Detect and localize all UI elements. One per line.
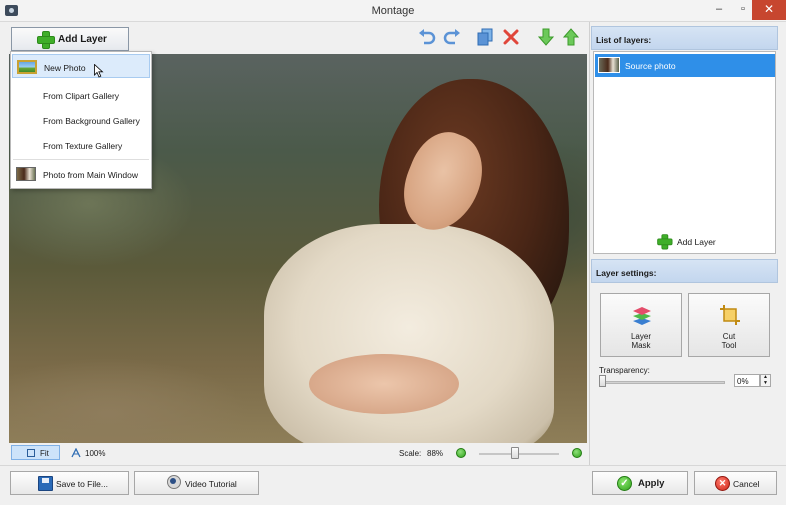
mouse-cursor-icon [94, 64, 104, 78]
layer-settings-title: Layer settings: [596, 268, 657, 278]
zoom-slider-thumb[interactable] [511, 447, 519, 459]
cancel-x-icon: ✕ [715, 476, 730, 491]
zoom-100-button[interactable]: 100% [71, 446, 117, 461]
layer-settings-header: Layer settings: [591, 259, 778, 283]
transparency-input[interactable]: 0% [734, 374, 760, 387]
crop-icon [720, 305, 740, 325]
redo-icon[interactable] [443, 28, 461, 46]
minimize-button[interactable]: – [706, 0, 732, 20]
webcam-icon [166, 475, 181, 492]
menu-item-label: From Texture Gallery [43, 141, 123, 151]
zoom-label: 100% [85, 449, 106, 458]
menu-separator [13, 159, 149, 160]
landscape-photo-icon [17, 60, 37, 74]
photo-subject-hands [309, 354, 459, 414]
layer-name: Source photo [625, 61, 676, 71]
cut-tool-label: Cut Tool [721, 332, 737, 350]
undo-icon[interactable] [418, 28, 436, 46]
fit-button[interactable]: Fit [11, 445, 60, 460]
layer-mask-button[interactable]: Layer Mask [600, 293, 682, 357]
cancel-button[interactable]: ✕ Cancel [694, 471, 777, 495]
layer-item-source-photo[interactable]: Source photo [595, 54, 775, 77]
magnifier-icon [71, 448, 81, 458]
fit-icon [27, 449, 35, 457]
scale-value: 88% [427, 449, 444, 458]
layers-stack-icon [633, 307, 651, 325]
layer-mask-label: Layer Mask [630, 332, 651, 350]
move-down-icon[interactable] [537, 28, 555, 46]
floppy-disk-icon [38, 476, 53, 491]
menu-item-texture-gallery[interactable]: From Texture Gallery [12, 133, 150, 157]
layer-thumbnail [598, 57, 620, 73]
zoom-slider-track[interactable] [479, 453, 559, 455]
footer-separator [0, 465, 786, 466]
cancel-label: Cancel [733, 479, 760, 489]
menu-item-label: From Background Gallery [43, 116, 140, 126]
layers-list: Source photo Add Layer [593, 51, 776, 254]
fit-label: Fit [40, 449, 49, 458]
video-label: Video Tutorial [185, 479, 237, 489]
window-title: Montage [371, 5, 415, 17]
copy-icon[interactable] [476, 28, 494, 46]
delete-icon[interactable] [502, 28, 520, 46]
add-layer-label: Add Layer [58, 34, 107, 45]
menu-item-label: From Clipart Gallery [43, 91, 120, 101]
add-layer-button[interactable]: Add Layer [11, 27, 129, 51]
menu-item-photo-from-main-window[interactable]: Photo from Main Window [12, 162, 150, 186]
cut-tool-button[interactable]: Cut Tool [688, 293, 770, 357]
layers-panel-title: List of layers: [596, 35, 652, 45]
add-layer-link-label: Add Layer [677, 237, 716, 247]
transparency-label: Transparency: [599, 366, 650, 375]
video-tutorial-button[interactable]: Video Tutorial [134, 471, 259, 495]
transparency-slider-thumb[interactable] [599, 375, 606, 387]
move-up-icon[interactable] [562, 28, 580, 46]
save-to-file-button[interactable]: Save to File... [10, 471, 129, 495]
apply-label: Apply [638, 478, 665, 489]
menu-item-label: Photo from Main Window [43, 170, 138, 180]
zoom-out-icon[interactable] [456, 448, 466, 458]
close-button[interactable]: ✕ [752, 0, 786, 20]
menu-item-new-photo[interactable]: New Photo [12, 54, 150, 78]
save-label: Save to File... [56, 479, 108, 489]
menu-item-background-gallery[interactable]: From Background Gallery [12, 108, 150, 132]
scale-label: Scale: [399, 449, 422, 458]
menu-item-label: New Photo [44, 63, 86, 73]
photo-thumbnail-icon [16, 167, 36, 181]
panel-divider [589, 22, 590, 465]
menu-item-clipart-gallery[interactable]: From Clipart Gallery [12, 83, 150, 107]
add-layer-menu: New Photo From Clipart Gallery From Back… [10, 51, 152, 189]
apply-button[interactable]: ✓ Apply [592, 471, 688, 495]
toolbar: Add Layer [0, 22, 590, 54]
layers-panel-header: List of layers: [591, 26, 778, 50]
layer-settings-body: Layer Mask Cut Tool Transparency: 0% ▲ ▼ [591, 283, 778, 443]
zoom-in-icon[interactable] [572, 448, 582, 458]
spinner-down-icon[interactable]: ▼ [762, 381, 769, 386]
transparency-slider-track[interactable] [600, 381, 725, 384]
title-bar: Montage – ▫ ✕ [0, 0, 786, 22]
transparency-spinner[interactable]: ▲ ▼ [760, 374, 771, 387]
add-layer-link[interactable]: Add Layer [654, 232, 724, 250]
view-controls: Fit 100% Scale: 88% [9, 444, 589, 462]
plus-icon [37, 31, 55, 49]
checkmark-icon: ✓ [617, 476, 632, 491]
plus-icon [657, 234, 673, 250]
